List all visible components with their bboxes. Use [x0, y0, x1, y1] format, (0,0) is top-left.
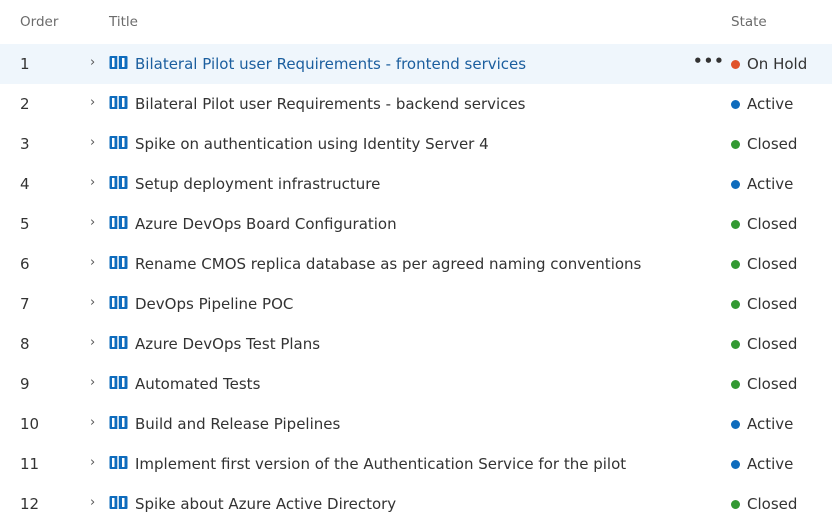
- table-row[interactable]: 12 › Spike about Azure Active Directory …: [0, 484, 832, 515]
- row-state: Active: [747, 415, 794, 433]
- state-dot-icon: [731, 420, 740, 429]
- user-story-book-icon: [109, 95, 128, 110]
- row-order: 4: [20, 175, 30, 193]
- user-story-book-icon: [109, 55, 128, 70]
- user-story-book-icon: [109, 255, 128, 270]
- expand-chevron-icon[interactable]: ›: [90, 94, 100, 112]
- table-row[interactable]: 5 › Azure DevOps Board Configuration Clo…: [0, 204, 832, 244]
- backlog-grid: Order Title State 1 › Bilateral Pilot us…: [0, 0, 832, 515]
- table-row[interactable]: 8 › Azure DevOps Test Plans Closed: [0, 324, 832, 364]
- table-row[interactable]: 4 › Setup deployment infrastructure Acti…: [0, 164, 832, 204]
- state-dot-icon: [731, 60, 740, 69]
- row-title-link[interactable]: Azure DevOps Test Plans: [135, 335, 320, 353]
- row-order: 5: [20, 215, 30, 233]
- more-actions-icon[interactable]: •••: [693, 52, 725, 70]
- state-dot-icon: [731, 500, 740, 509]
- row-state: Active: [747, 95, 794, 113]
- row-title-link[interactable]: Bilateral Pilot user Requirements - fron…: [135, 55, 526, 73]
- title-column-header[interactable]: Title: [109, 14, 138, 30]
- row-title-link[interactable]: Azure DevOps Board Configuration: [135, 215, 397, 233]
- expand-chevron-icon[interactable]: ›: [90, 54, 100, 72]
- row-state: Closed: [747, 215, 798, 233]
- row-state: Closed: [747, 335, 798, 353]
- backlog-rows: 1 › Bilateral Pilot user Requirements - …: [0, 44, 832, 515]
- table-row[interactable]: 10 › Build and Release Pipelines Active: [0, 404, 832, 444]
- user-story-book-icon: [109, 455, 128, 470]
- state-column-header[interactable]: State: [731, 14, 767, 30]
- user-story-book-icon: [109, 295, 128, 310]
- table-row[interactable]: 1 › Bilateral Pilot user Requirements - …: [0, 44, 832, 84]
- user-story-book-icon: [109, 215, 128, 230]
- row-state: Closed: [747, 255, 798, 273]
- row-title-link[interactable]: DevOps Pipeline POC: [135, 295, 293, 313]
- row-order: 8: [20, 335, 30, 353]
- row-order: 11: [20, 455, 40, 473]
- row-state: Closed: [747, 495, 798, 513]
- table-row[interactable]: 2 › Bilateral Pilot user Requirements - …: [0, 84, 832, 124]
- table-row[interactable]: 11 › Implement first version of the Auth…: [0, 444, 832, 484]
- row-title-link[interactable]: Spike on authentication using Identity S…: [135, 135, 489, 153]
- row-state: Active: [747, 175, 794, 193]
- user-story-book-icon: [109, 375, 128, 390]
- row-order: 7: [20, 295, 30, 313]
- row-order: 1: [20, 55, 30, 73]
- row-title-link[interactable]: Rename CMOS replica database as per agre…: [135, 255, 641, 273]
- user-story-book-icon: [109, 415, 128, 430]
- row-title-link[interactable]: Bilateral Pilot user Requirements - back…: [135, 95, 526, 113]
- state-dot-icon: [731, 140, 740, 149]
- expand-chevron-icon[interactable]: ›: [90, 334, 100, 352]
- row-title-link[interactable]: Automated Tests: [135, 375, 260, 393]
- row-title-link[interactable]: Spike about Azure Active Directory: [135, 495, 396, 513]
- state-dot-icon: [731, 460, 740, 469]
- expand-chevron-icon[interactable]: ›: [90, 454, 100, 472]
- grid-header: Order Title State: [0, 0, 832, 44]
- row-order: 6: [20, 255, 30, 273]
- row-title-link[interactable]: Implement first version of the Authentic…: [135, 455, 626, 473]
- row-order: 2: [20, 95, 30, 113]
- expand-chevron-icon[interactable]: ›: [90, 494, 100, 512]
- table-row[interactable]: 9 › Automated Tests Closed: [0, 364, 832, 404]
- expand-chevron-icon[interactable]: ›: [90, 134, 100, 152]
- row-title-link[interactable]: Setup deployment infrastructure: [135, 175, 380, 193]
- row-state: On Hold: [747, 55, 808, 73]
- row-order: 9: [20, 375, 30, 393]
- state-dot-icon: [731, 300, 740, 309]
- expand-chevron-icon[interactable]: ›: [90, 414, 100, 432]
- user-story-book-icon: [109, 135, 128, 150]
- row-state: Closed: [747, 295, 798, 313]
- expand-chevron-icon[interactable]: ›: [90, 254, 100, 272]
- expand-chevron-icon[interactable]: ›: [90, 214, 100, 232]
- expand-chevron-icon[interactable]: ›: [90, 174, 100, 192]
- state-dot-icon: [731, 220, 740, 229]
- table-row[interactable]: 6 › Rename CMOS replica database as per …: [0, 244, 832, 284]
- user-story-book-icon: [109, 495, 128, 510]
- row-state: Active: [747, 455, 794, 473]
- row-state: Closed: [747, 135, 798, 153]
- state-dot-icon: [731, 260, 740, 269]
- row-state: Closed: [747, 375, 798, 393]
- row-order: 12: [20, 495, 40, 513]
- state-dot-icon: [731, 180, 740, 189]
- state-dot-icon: [731, 340, 740, 349]
- state-dot-icon: [731, 100, 740, 109]
- state-dot-icon: [731, 380, 740, 389]
- expand-chevron-icon[interactable]: ›: [90, 374, 100, 392]
- row-title-link[interactable]: Build and Release Pipelines: [135, 415, 340, 433]
- expand-chevron-icon[interactable]: ›: [90, 294, 100, 312]
- table-row[interactable]: 7 › DevOps Pipeline POC Closed: [0, 284, 832, 324]
- user-story-book-icon: [109, 335, 128, 350]
- row-order: 10: [20, 415, 40, 433]
- user-story-book-icon: [109, 175, 128, 190]
- order-column-header[interactable]: Order: [20, 14, 58, 30]
- row-order: 3: [20, 135, 30, 153]
- table-row[interactable]: 3 › Spike on authentication using Identi…: [0, 124, 832, 164]
